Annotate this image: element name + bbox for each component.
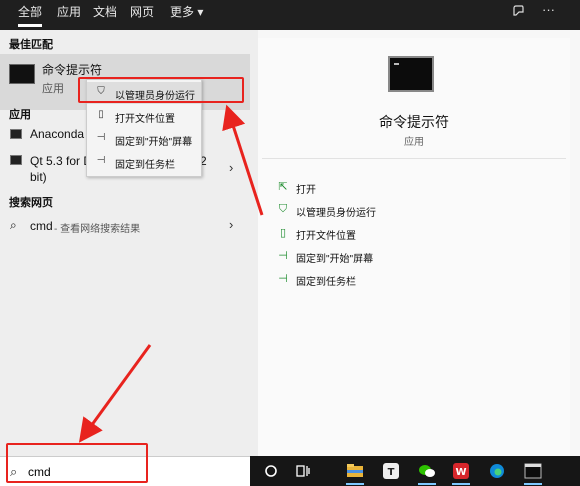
- annotation-arrows: [78, 104, 264, 443]
- annotation-arrow-to-menu: [222, 104, 264, 216]
- annotation-arrow-to-search: [78, 344, 152, 443]
